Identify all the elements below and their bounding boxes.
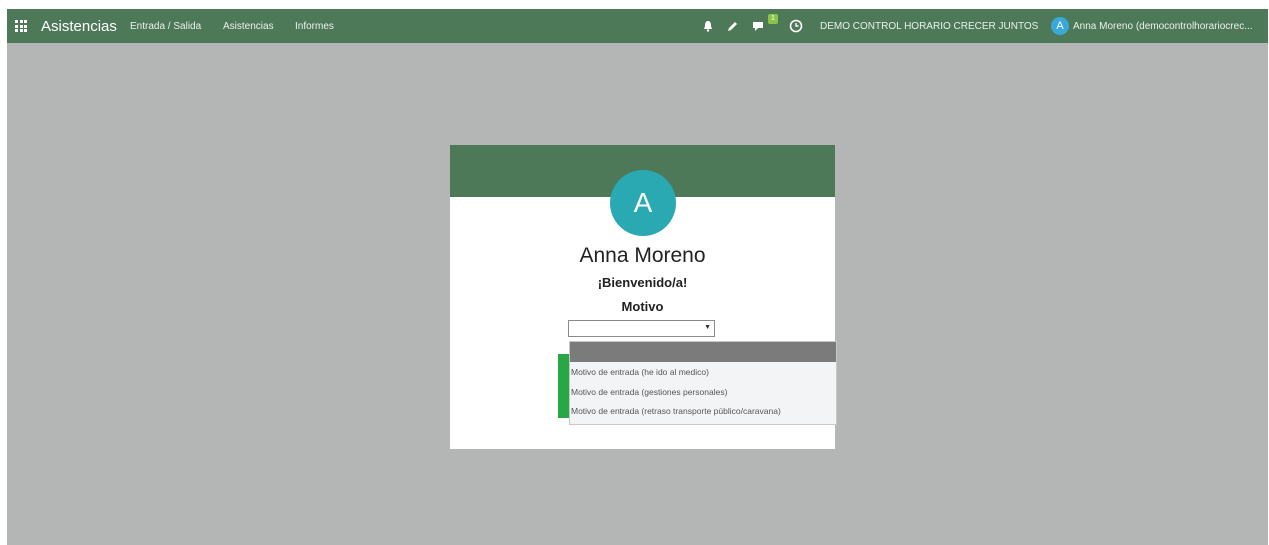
dropdown-option-medico[interactable]: Motivo de entrada (he ido al medico)	[571, 367, 709, 377]
employee-avatar: A	[610, 170, 676, 236]
notification-badge: 1	[768, 14, 778, 24]
chevron-down-icon: ▼	[704, 324, 711, 331]
chat-icon[interactable]	[752, 19, 768, 33]
menu-entrada-salida[interactable]: Entrada / Salida	[130, 21, 201, 32]
user-avatar[interactable]: A	[1051, 17, 1069, 35]
motivo-dropdown-list: Motivo de entrada (he ido al medico) Mot…	[569, 341, 837, 425]
app-frame: Asistencias Entrada / Salida Asistencias…	[7, 9, 1268, 545]
app-title[interactable]: Asistencias	[41, 18, 117, 35]
apps-grid-icon[interactable]	[15, 20, 27, 32]
pencil-icon[interactable]	[726, 19, 738, 33]
top-navbar: Asistencias Entrada / Salida Asistencias…	[7, 9, 1268, 43]
dropdown-option-gestiones[interactable]: Motivo de entrada (gestiones personales)	[571, 387, 727, 397]
user-menu[interactable]: Anna Moreno (democontrolhorariocrec...	[1073, 21, 1265, 32]
employee-name: Anna Moreno	[579, 244, 706, 267]
dropdown-option-empty[interactable]	[570, 342, 836, 362]
dropdown-option-retraso[interactable]: Motivo de entrada (retraso transporte pú…	[571, 406, 781, 416]
check-in-button[interactable]	[558, 354, 569, 418]
clock-icon[interactable]	[789, 19, 803, 33]
motivo-label: Motivo	[621, 299, 664, 314]
motivo-select[interactable]: ▼	[568, 320, 715, 337]
menu-asistencias[interactable]: Asistencias	[223, 21, 274, 32]
bell-icon[interactable]	[703, 19, 713, 33]
menu-informes[interactable]: Informes	[295, 21, 334, 32]
welcome-message: ¡Bienvenido/a!	[597, 275, 688, 290]
company-switcher[interactable]: DEMO CONTROL HORARIO CRECER JUNTOS	[820, 21, 1038, 32]
